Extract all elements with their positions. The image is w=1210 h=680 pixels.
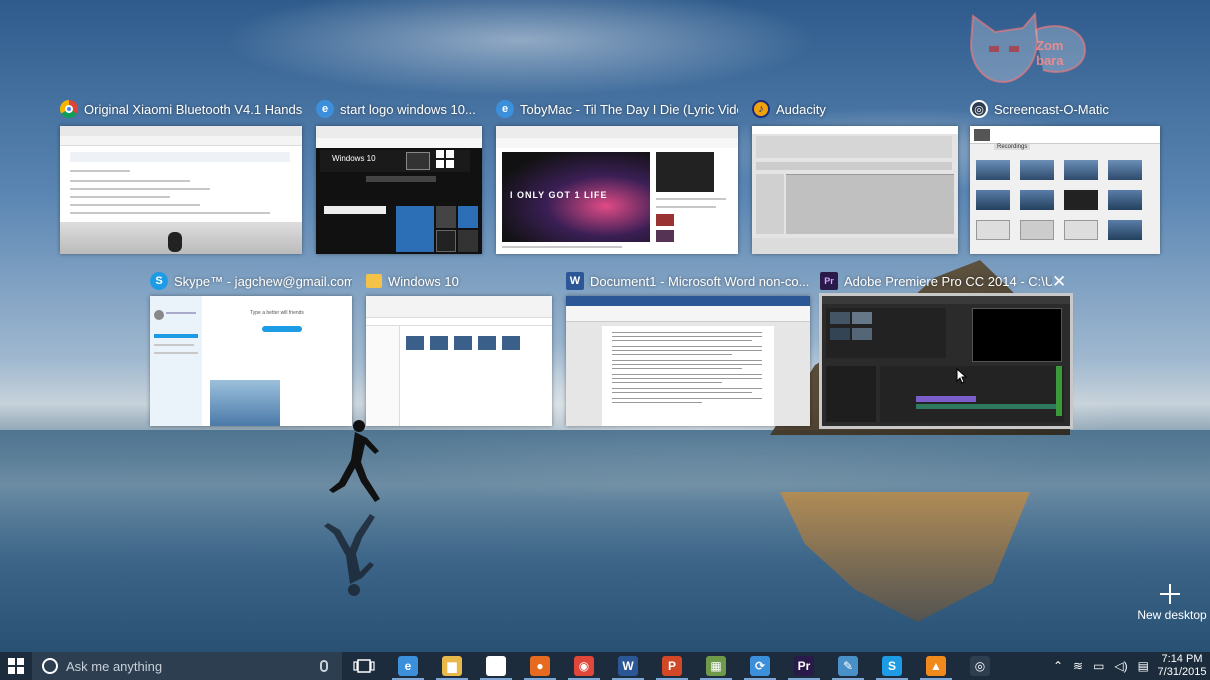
- screencast-icon: ◎: [970, 656, 990, 676]
- paint-icon: ✎: [838, 656, 858, 676]
- task-view-window-edge-tobymac[interactable]: e TobyMac - Til The Day I Die (Lyric Vid…: [496, 98, 738, 256]
- edge-icon: e: [496, 100, 514, 118]
- wallpaper-runner: [329, 420, 380, 502]
- screencast-icon: ◎: [970, 100, 988, 118]
- taskbar-pinned-apps: e ▆ ▣ ● ◉ W P ▦ ⟳ Pr ✎ S ▲ ◎: [386, 652, 1002, 680]
- taskbar-button-sync[interactable]: ⟳: [738, 652, 782, 680]
- taskbar-button-store[interactable]: ▣: [474, 652, 518, 680]
- start-button[interactable]: [0, 652, 32, 680]
- premiere-icon: Pr: [820, 272, 838, 290]
- task-view-window-word[interactable]: W Document1 - Microsoft Word non-co...: [566, 270, 810, 428]
- task-view-window-chrome[interactable]: Original Xiaomi Bluetooth V4.1 Hands...: [60, 98, 302, 256]
- taskbar-button-minecraft[interactable]: ▦: [694, 652, 738, 680]
- window-thumbnail[interactable]: I ONLY GOT 1 LIFE: [496, 126, 738, 254]
- cortana-search-box[interactable]: Ask me anything: [32, 652, 342, 680]
- word-icon: W: [566, 272, 584, 290]
- window-thumbnail[interactable]: Windows 10: [316, 126, 482, 254]
- word-icon: W: [618, 656, 638, 676]
- task-view-window-skype[interactable]: S Skype™ - jagchew@gmail.com Type a bett…: [150, 270, 352, 428]
- task-view-window-audacity[interactable]: ♪ Audacity: [752, 98, 958, 256]
- taskbar-button-file-explorer[interactable]: ▆: [430, 652, 474, 680]
- task-view-window-premiere[interactable]: Pr Adobe Premiere Pro CC 2014 - C:\Users…: [819, 270, 1073, 430]
- firefox-icon: ●: [530, 656, 550, 676]
- sync-icon: ⟳: [750, 656, 770, 676]
- audacity-icon: ♪: [752, 100, 770, 118]
- vlc-icon: ▲: [926, 656, 946, 676]
- window-title: Document1 - Microsoft Word non-co...: [590, 273, 810, 289]
- cortana-icon: [42, 658, 58, 674]
- watermark-logo: [969, 11, 1087, 84]
- skype-icon: S: [150, 272, 168, 290]
- chrome-icon: ◉: [574, 656, 594, 676]
- window-title: start logo windows 10...: [340, 101, 476, 117]
- video-lyric-text: I ONLY GOT 1 LIFE: [510, 190, 608, 200]
- search-placeholder: Ask me anything: [66, 658, 163, 674]
- taskbar-button-skype[interactable]: S: [870, 652, 914, 680]
- new-desktop-plus-icon[interactable]: [1158, 582, 1182, 606]
- wifi-icon[interactable]: ≋: [1073, 659, 1083, 673]
- window-title: Screencast-O-Matic: [994, 101, 1109, 117]
- window-title: Adobe Premiere Pro CC 2014 - C:\Users...: [844, 273, 1052, 289]
- task-view-button[interactable]: [342, 652, 386, 680]
- taskbar-button-paint[interactable]: ✎: [826, 652, 870, 680]
- show-hidden-icons-icon[interactable]: ⌃: [1053, 659, 1063, 673]
- window-thumbnail[interactable]: [366, 296, 552, 426]
- window-thumbnail[interactable]: [752, 126, 958, 254]
- wallpaper-beach: [0, 430, 1210, 652]
- system-tray: ⌃ ≋ ▭ ◁) ▤ 7:14 PM 7/31/2015: [1048, 652, 1210, 680]
- taskbar-button-word[interactable]: W: [606, 652, 650, 680]
- window-title: Windows 10: [388, 273, 459, 289]
- taskbar-button-premiere[interactable]: Pr: [782, 652, 826, 680]
- window-thumbnail[interactable]: Recordings: [970, 126, 1160, 254]
- new-desktop-button[interactable]: New desktop: [1130, 608, 1210, 622]
- clock-time: 7:14 PM: [1161, 653, 1203, 665]
- edge-icon: e: [316, 100, 334, 118]
- file-explorer-icon: ▆: [442, 656, 462, 676]
- window-thumbnail[interactable]: [566, 296, 810, 426]
- watermark-text: Zom bara: [1036, 38, 1064, 68]
- clock-date: 7/31/2015: [1157, 666, 1207, 678]
- windows10-logo-text: Windows 10: [332, 154, 376, 163]
- battery-icon[interactable]: ▭: [1093, 659, 1104, 673]
- recordings-tab[interactable]: Recordings: [994, 144, 1031, 150]
- action-center-icon[interactable]: ▤: [1138, 659, 1149, 673]
- taskbar-button-firefox[interactable]: ●: [518, 652, 562, 680]
- taskbar-button-chrome[interactable]: ◉: [562, 652, 606, 680]
- clock[interactable]: 7:14 PM 7/31/2015: [1154, 653, 1210, 679]
- premiere-icon: Pr: [794, 656, 814, 676]
- taskbar-button-vlc[interactable]: ▲: [914, 652, 958, 680]
- minecraft-icon: ▦: [706, 656, 726, 676]
- task-view-window-explorer[interactable]: Windows 10: [366, 270, 552, 428]
- taskbar-button-powerpoint[interactable]: P: [650, 652, 694, 680]
- task-view-window-screencast[interactable]: ◎ Screencast-O-Matic Recordings: [970, 98, 1160, 256]
- window-thumbnail[interactable]: [819, 293, 1073, 429]
- taskbar: Ask me anything e ▆ ▣ ● ◉ W P ▦ ⟳ Pr ✎ S ▲ ◎ ⌃ ≋ ▭ ◁)…: [0, 652, 1210, 680]
- taskbar-button-edge[interactable]: e: [386, 652, 430, 680]
- wallpaper-runner-reflection: [324, 514, 375, 596]
- store-icon: ▣: [486, 656, 506, 676]
- window-title: TobyMac - Til The Day I Die (Lyric Vide.…: [520, 101, 738, 117]
- close-window-button[interactable]: ✕: [1052, 273, 1066, 290]
- window-thumbnail[interactable]: Type a better will friends: [150, 296, 352, 426]
- task-view-icon: [353, 659, 375, 673]
- taskbar-button-screencast[interactable]: ◎: [958, 652, 1002, 680]
- microphone-icon[interactable]: [320, 660, 328, 672]
- folder-icon: [366, 274, 382, 288]
- task-view-window-edge-start-logo[interactable]: e start logo windows 10... Windows 10: [316, 98, 482, 256]
- mouse-cursor-icon: [956, 368, 968, 384]
- windows-logo-icon: [8, 658, 24, 674]
- window-title: Skype™ - jagchew@gmail.com: [174, 273, 352, 289]
- skype-tagline: Type a better will friends: [250, 310, 304, 316]
- window-title: Audacity: [776, 101, 826, 117]
- skype-icon: S: [882, 656, 902, 676]
- chrome-icon: [60, 100, 78, 118]
- edge-icon: e: [398, 656, 418, 676]
- window-thumbnail[interactable]: [60, 126, 302, 254]
- powerpoint-icon: P: [662, 656, 682, 676]
- volume-icon[interactable]: ◁): [1114, 659, 1127, 673]
- window-title: Original Xiaomi Bluetooth V4.1 Hands...: [84, 101, 302, 117]
